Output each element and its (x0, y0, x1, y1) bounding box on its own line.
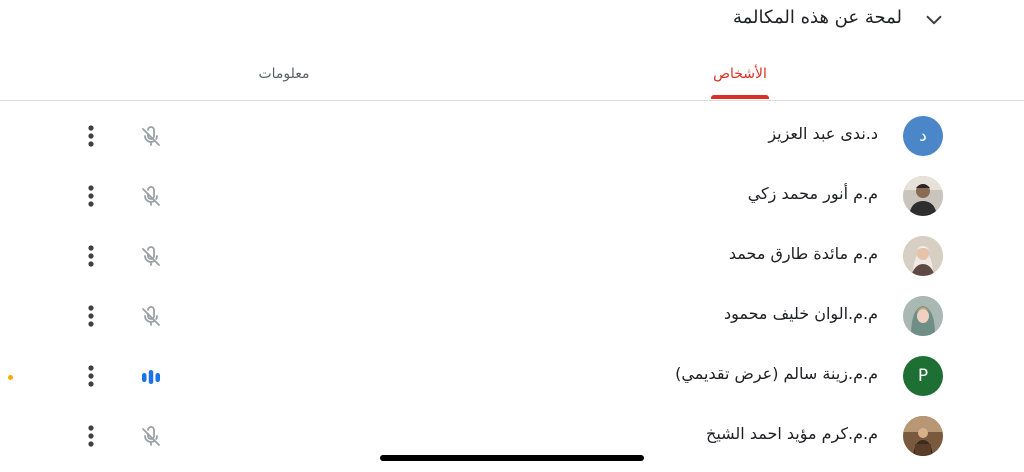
participant-row[interactable]: م.م مائدة طارق محمد (0, 226, 1024, 286)
mic-status[interactable] (138, 124, 164, 150)
active-tab-indicator (711, 95, 769, 99)
profile-photo-icon (903, 416, 943, 456)
avatar-letter: د (919, 126, 927, 146)
profile-photo-icon (903, 296, 943, 336)
muted-mic-icon (142, 426, 160, 446)
muted-mic-icon (142, 186, 160, 206)
avatar: د (903, 116, 943, 156)
muted-mic-icon (142, 306, 160, 326)
muted-mic-icon (142, 246, 160, 266)
more-vert-icon (88, 185, 94, 207)
more-options-button[interactable] (78, 122, 104, 150)
participant-name: م.م.الوان خليف محمود (723, 304, 878, 323)
avatar: P (903, 356, 943, 396)
more-options-button[interactable] (78, 422, 104, 450)
mic-status[interactable] (138, 244, 164, 270)
tab-info[interactable]: معلومات (104, 48, 464, 100)
more-vert-icon (88, 425, 94, 447)
profile-photo-icon (903, 236, 943, 276)
mic-status[interactable] (138, 364, 164, 390)
tab-bar: الأشخاص معلومات (0, 48, 1024, 101)
chevron-down-icon (926, 15, 942, 25)
more-options-button[interactable] (78, 182, 104, 210)
call-details-panel: لمحة عن هذه المكالمة الأشخاص معلومات د د… (0, 0, 1024, 472)
avatar-letter: P (917, 366, 929, 386)
participant-name: م.م مائدة طارق محمد (728, 244, 878, 263)
avatar (903, 416, 943, 456)
muted-mic-icon (142, 126, 160, 146)
avatar (903, 236, 943, 276)
collapse-button[interactable] (922, 8, 946, 32)
participant-name: د.ندى عبد العزيز (768, 124, 878, 143)
tab-people[interactable]: الأشخاص (560, 48, 920, 100)
more-vert-icon (88, 305, 94, 327)
status-dot (8, 375, 13, 380)
participant-row[interactable]: P م.م.زينة سالم (عرض تقديمي) (0, 346, 1024, 406)
participant-name: م.م.كرم مؤيد احمد الشيخ (705, 424, 878, 443)
avatar (903, 296, 943, 336)
more-options-button[interactable] (78, 362, 104, 390)
participant-name: م.م.زينة سالم (عرض تقديمي) (675, 364, 878, 383)
panel-title: لمحة عن هذه المكالمة (733, 7, 902, 28)
participant-row[interactable]: م.م.الوان خليف محمود (0, 286, 1024, 346)
panel-header: لمحة عن هذه المكالمة (0, 0, 1024, 40)
mic-status[interactable] (138, 304, 164, 330)
avatar (903, 176, 943, 216)
participant-row[interactable]: م.م أنور محمد زكي (0, 166, 1024, 226)
more-vert-icon (88, 245, 94, 267)
more-options-button[interactable] (78, 242, 104, 270)
mic-status[interactable] (138, 184, 164, 210)
participant-name: م.م أنور محمد زكي (747, 184, 878, 203)
more-options-button[interactable] (78, 302, 104, 330)
mic-status[interactable] (138, 424, 164, 450)
speaking-audio-icon (142, 370, 160, 384)
more-vert-icon (88, 365, 94, 387)
participant-row[interactable]: د د.ندى عبد العزيز (0, 106, 1024, 166)
home-indicator[interactable] (380, 455, 644, 461)
more-vert-icon (88, 125, 94, 147)
profile-photo-icon (903, 176, 943, 216)
